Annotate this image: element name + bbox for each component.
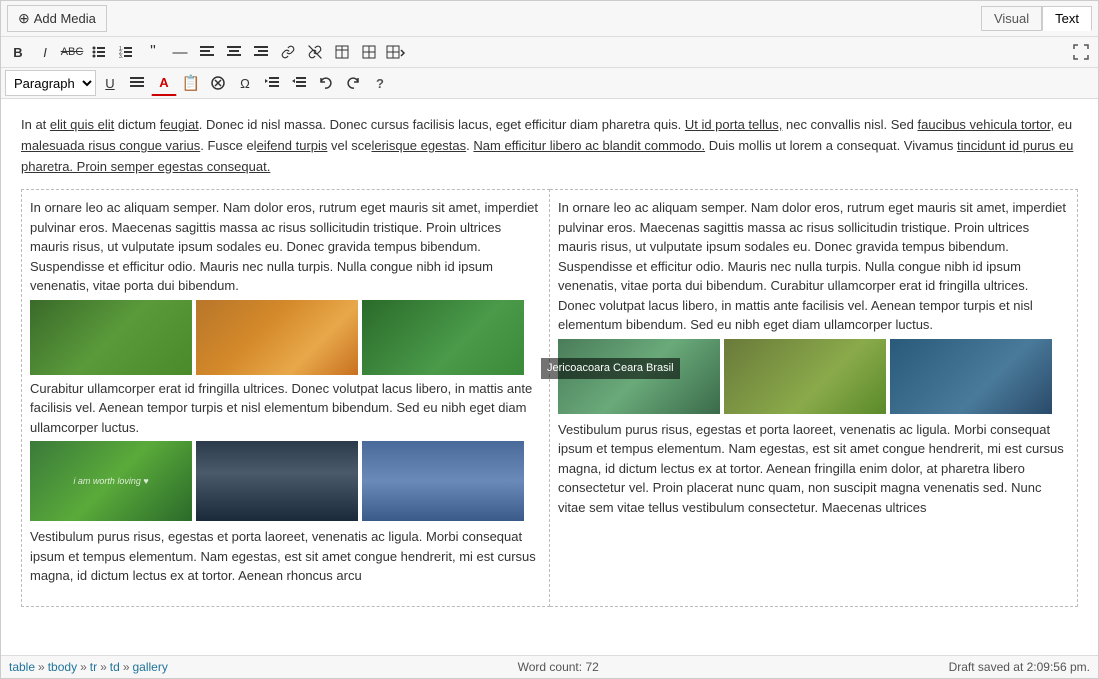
breadcrumb-tr[interactable]: tr [90, 660, 97, 674]
toolbar-row-2: Paragraph Heading 1 Heading 2 Heading 3 … [1, 68, 1098, 99]
status-bar: table » tbody » tr » td » gallery Word c… [1, 655, 1098, 678]
image-food [196, 300, 358, 375]
bold-button[interactable]: B [5, 39, 31, 65]
add-media-label: Add Media [34, 11, 96, 26]
align-right-button[interactable] [248, 39, 274, 65]
breadcrumb-table[interactable]: table [9, 660, 35, 674]
image-right-1 [558, 339, 720, 414]
inline-images-right [558, 339, 1069, 414]
insert-table-button[interactable] [329, 39, 355, 65]
content-table: In ornare leo ac aliquam semper. Nam dol… [21, 189, 1078, 607]
text-color-button[interactable]: A [151, 70, 177, 96]
align-center-button[interactable] [221, 39, 247, 65]
table-menu-button[interactable] [383, 39, 409, 65]
breadcrumb: table » tbody » tr » td » gallery [9, 660, 168, 674]
inline-images-left [30, 300, 541, 375]
editor-content[interactable]: In at elit quis elit dictum feugiat. Don… [1, 99, 1098, 655]
image-green2 [362, 300, 524, 375]
table-controls-button[interactable] [356, 39, 382, 65]
indent-button[interactable] [259, 70, 285, 96]
word-count-area: Word count: 72 [518, 660, 599, 674]
justify-button[interactable] [124, 70, 150, 96]
hr-button[interactable]: — [167, 39, 193, 65]
help-button[interactable]: ? [367, 70, 393, 96]
editor-tabs: Visual Text [981, 6, 1092, 31]
image-motivational: i am worth loving ♥ [30, 441, 192, 521]
strikethrough-button[interactable]: ABC [59, 39, 85, 65]
underline-button[interactable]: U [97, 70, 123, 96]
fullscreen-button[interactable] [1068, 39, 1094, 65]
outdent-button[interactable] [286, 70, 312, 96]
link-button[interactable] [275, 39, 301, 65]
image-green [30, 300, 192, 375]
image-street [196, 441, 358, 521]
undo-button[interactable] [313, 70, 339, 96]
image-right-2 [724, 339, 886, 414]
image-right-3 [890, 339, 1052, 414]
blockquote-button[interactable]: " [140, 39, 166, 65]
draft-saved: Draft saved at 2:09:56 pm. [949, 660, 1090, 674]
gallery-block-left: i am worth loving ♥ [30, 441, 541, 521]
toolbar-row-1: B I ABC 1.2.3. " — [1, 37, 1098, 68]
breadcrumb-gallery[interactable]: gallery [133, 660, 168, 674]
breadcrumb-td[interactable]: td [110, 660, 120, 674]
special-char-button[interactable]: Ω [232, 70, 258, 96]
editor-wrapper: ⊕ Add Media Visual Text B I ABC 1.2.3. "… [0, 0, 1099, 679]
tab-visual[interactable]: Visual [981, 6, 1042, 31]
word-count-value: 72 [585, 660, 598, 674]
align-left-button[interactable] [194, 39, 220, 65]
ordered-list-button[interactable]: 1.2.3. [113, 39, 139, 65]
svg-text:3.: 3. [119, 54, 123, 59]
tab-text[interactable]: Text [1042, 6, 1092, 31]
table-cell-right[interactable]: In ornare leo ac aliquam semper. Nam dol… [550, 190, 1078, 607]
italic-button[interactable]: I [32, 39, 58, 65]
clear-format-button[interactable] [205, 70, 231, 96]
table-cell-left[interactable]: In ornare leo ac aliquam semper. Nam dol… [22, 190, 550, 607]
word-count-label: Word count: [518, 660, 582, 674]
image-sky [362, 441, 524, 521]
add-media-button[interactable]: ⊕ Add Media [7, 5, 107, 32]
breadcrumb-tbody[interactable]: tbody [48, 660, 77, 674]
content-paragraph: In at elit quis elit dictum feugiat. Don… [21, 115, 1078, 177]
paste-text-button[interactable]: 📋 [178, 70, 204, 96]
add-media-icon: ⊕ [18, 10, 30, 27]
table-row-1: In ornare leo ac aliquam semper. Nam dol… [22, 190, 1078, 607]
unordered-list-button[interactable] [86, 39, 112, 65]
redo-button[interactable] [340, 70, 366, 96]
unlink-button[interactable] [302, 39, 328, 65]
paragraph-select[interactable]: Paragraph Heading 1 Heading 2 Heading 3 … [5, 70, 96, 96]
